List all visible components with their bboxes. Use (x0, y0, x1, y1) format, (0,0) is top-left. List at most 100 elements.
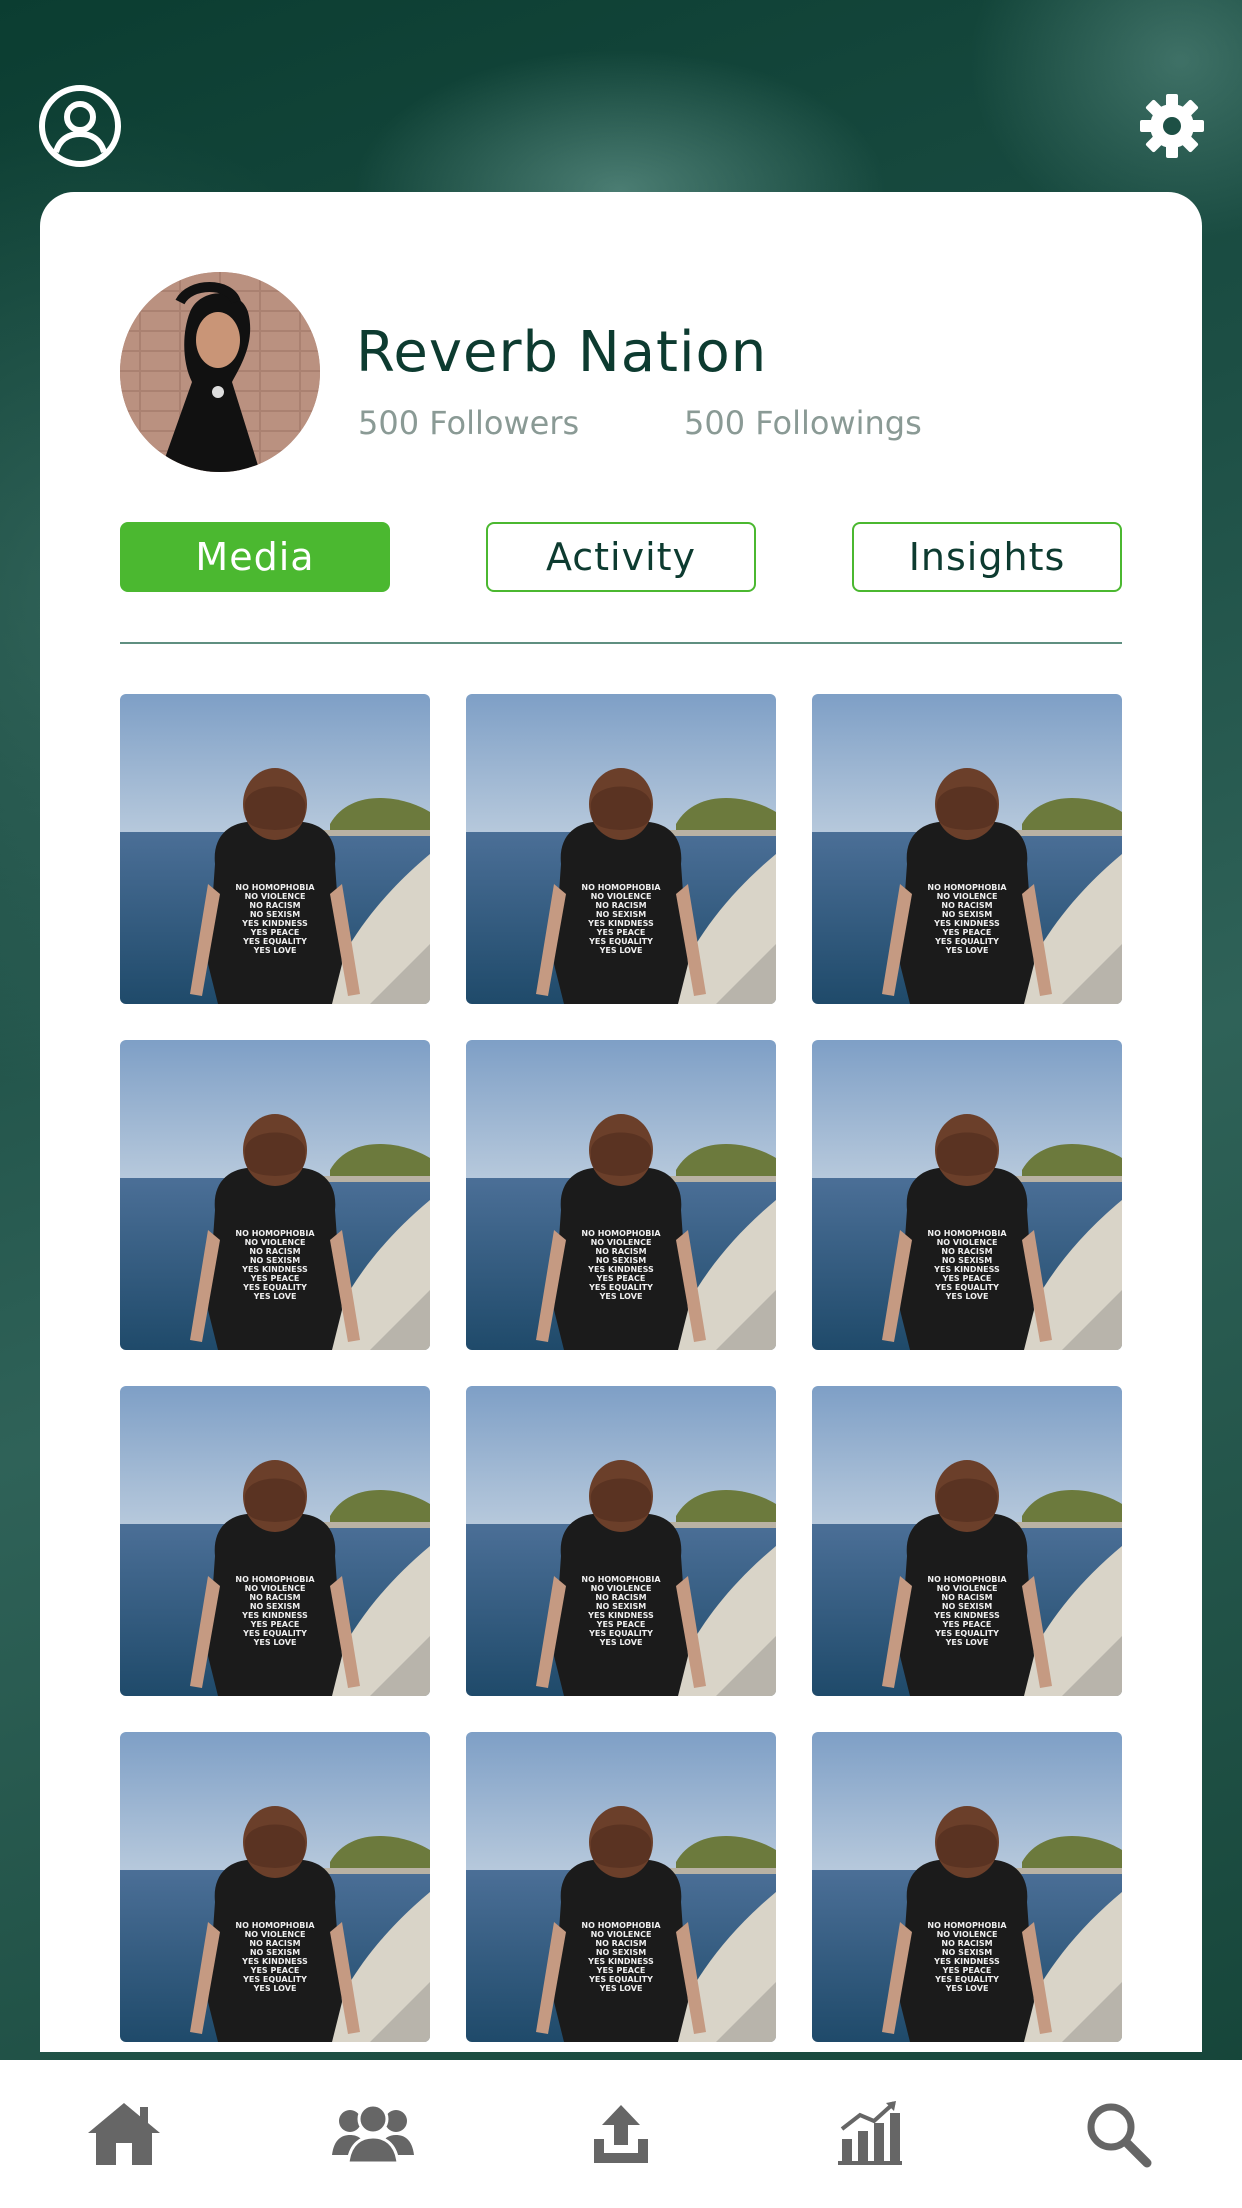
tab-insights[interactable]: Insights (852, 522, 1122, 592)
media-thumbnail[interactable]: NO HOMOPHOBIA NO VIOLENCE NO RACISM NO SEXI… (120, 1386, 430, 1696)
svg-text:YES EQUALITY: YES EQUALITY (588, 1629, 653, 1638)
svg-text:YES PEACE: YES PEACE (942, 928, 992, 937)
svg-text:NO VIOLENCE: NO VIOLENCE (245, 1238, 306, 1247)
svg-text:NO HOMOPHOBIA: NO HOMOPHOBIA (235, 1921, 315, 1930)
avatar[interactable] (120, 272, 320, 472)
svg-text:YES PEACE: YES PEACE (942, 1274, 992, 1283)
svg-text:YES PEACE: YES PEACE (942, 1620, 992, 1629)
svg-text:YES EQUALITY: YES EQUALITY (242, 1283, 307, 1292)
svg-text:NO VIOLENCE: NO VIOLENCE (937, 1930, 998, 1939)
divider (120, 642, 1122, 644)
svg-text:YES KINDNESS: YES KINDNESS (241, 1265, 308, 1274)
svg-text:NO RACISM: NO RACISM (595, 1247, 646, 1256)
svg-text:YES KINDNESS: YES KINDNESS (933, 919, 1000, 928)
svg-text:NO SEXISM: NO SEXISM (596, 910, 646, 919)
svg-text:YES PEACE: YES PEACE (250, 928, 300, 937)
chart-icon[interactable] (809, 2079, 929, 2189)
svg-text:YES LOVE: YES LOVE (599, 946, 643, 955)
media-thumbnail[interactable]: NO HOMOPHOBIA NO VIOLENCE NO RACISM NO SEXI… (812, 694, 1122, 1004)
svg-text:YES KINDNESS: YES KINDNESS (933, 1611, 1000, 1620)
svg-text:NO RACISM: NO RACISM (249, 1593, 300, 1602)
svg-text:NO SEXISM: NO SEXISM (596, 1948, 646, 1957)
svg-text:NO RACISM: NO RACISM (941, 1939, 992, 1948)
profile-icon[interactable] (38, 84, 122, 168)
svg-text:NO VIOLENCE: NO VIOLENCE (245, 1930, 306, 1939)
svg-text:YES PEACE: YES PEACE (596, 1274, 646, 1283)
media-thumbnail[interactable]: NO HOMOPHOBIA NO VIOLENCE NO RACISM NO SEXI… (812, 1386, 1122, 1696)
svg-text:YES EQUALITY: YES EQUALITY (242, 1975, 307, 1984)
profile-name: Reverb Nation (356, 320, 768, 385)
media-thumbnail[interactable]: NO HOMOPHOBIA NO VIOLENCE NO RACISM NO SEXI… (120, 694, 430, 1004)
svg-text:NO VIOLENCE: NO VIOLENCE (591, 1238, 652, 1247)
svg-text:YES EQUALITY: YES EQUALITY (588, 1975, 653, 1984)
followers-count[interactable]: 500 Followers (358, 404, 579, 442)
profile-card: Reverb Nation 500 Followers 500 Followin… (40, 192, 1202, 2052)
svg-text:YES LOVE: YES LOVE (599, 1638, 643, 1647)
users-icon[interactable] (313, 2079, 433, 2189)
svg-text:YES PEACE: YES PEACE (596, 1966, 646, 1975)
svg-text:NO HOMOPHOBIA: NO HOMOPHOBIA (927, 883, 1007, 892)
svg-text:NO VIOLENCE: NO VIOLENCE (245, 1584, 306, 1593)
svg-text:NO RACISM: NO RACISM (941, 1247, 992, 1256)
svg-text:NO SEXISM: NO SEXISM (596, 1602, 646, 1611)
svg-text:YES KINDNESS: YES KINDNESS (241, 919, 308, 928)
svg-text:YES KINDNESS: YES KINDNESS (933, 1957, 1000, 1966)
tab-activity[interactable]: Activity (486, 522, 756, 592)
svg-text:YES LOVE: YES LOVE (253, 946, 297, 955)
svg-text:YES PEACE: YES PEACE (250, 1966, 300, 1975)
svg-text:NO VIOLENCE: NO VIOLENCE (591, 1930, 652, 1939)
svg-text:NO SEXISM: NO SEXISM (250, 910, 300, 919)
svg-text:YES EQUALITY: YES EQUALITY (588, 937, 653, 946)
media-thumbnail[interactable]: NO HOMOPHOBIA NO VIOLENCE NO RACISM NO SEXI… (466, 1040, 776, 1350)
media-thumbnail[interactable]: NO HOMOPHOBIA NO VIOLENCE NO RACISM NO SEXI… (466, 694, 776, 1004)
svg-text:YES KINDNESS: YES KINDNESS (241, 1611, 308, 1620)
svg-text:NO SEXISM: NO SEXISM (250, 1602, 300, 1611)
svg-text:YES KINDNESS: YES KINDNESS (933, 1265, 1000, 1274)
media-thumbnail[interactable]: NO HOMOPHOBIA NO VIOLENCE NO RACISM NO SEXI… (466, 1386, 776, 1696)
media-thumbnail[interactable]: NO HOMOPHOBIA NO VIOLENCE NO RACISM NO SEXI… (120, 1040, 430, 1350)
svg-text:NO RACISM: NO RACISM (595, 1593, 646, 1602)
svg-text:NO HOMOPHOBIA: NO HOMOPHOBIA (235, 883, 315, 892)
svg-text:NO HOMOPHOBIA: NO HOMOPHOBIA (581, 1229, 661, 1238)
svg-text:NO HOMOPHOBIA: NO HOMOPHOBIA (581, 883, 661, 892)
svg-text:NO HOMOPHOBIA: NO HOMOPHOBIA (927, 1229, 1007, 1238)
svg-text:NO SEXISM: NO SEXISM (942, 910, 992, 919)
svg-text:NO RACISM: NO RACISM (941, 1593, 992, 1602)
svg-text:YES EQUALITY: YES EQUALITY (934, 1283, 999, 1292)
media-thumbnail[interactable]: NO HOMOPHOBIA NO VIOLENCE NO RACISM NO SEXI… (120, 1732, 430, 2042)
svg-text:YES EQUALITY: YES EQUALITY (934, 1975, 999, 1984)
svg-text:YES KINDNESS: YES KINDNESS (241, 1957, 308, 1966)
svg-text:NO RACISM: NO RACISM (249, 1939, 300, 1948)
upload-icon[interactable] (561, 2079, 681, 2189)
svg-text:YES LOVE: YES LOVE (253, 1638, 297, 1647)
svg-text:NO SEXISM: NO SEXISM (596, 1256, 646, 1265)
svg-text:YES EQUALITY: YES EQUALITY (242, 937, 307, 946)
svg-text:YES KINDNESS: YES KINDNESS (587, 919, 654, 928)
svg-text:NO VIOLENCE: NO VIOLENCE (591, 892, 652, 901)
media-thumbnail[interactable]: NO HOMOPHOBIA NO VIOLENCE NO RACISM NO SEXI… (812, 1040, 1122, 1350)
svg-text:YES PEACE: YES PEACE (250, 1620, 300, 1629)
svg-text:YES KINDNESS: YES KINDNESS (587, 1957, 654, 1966)
media-thumbnail[interactable]: NO HOMOPHOBIA NO VIOLENCE NO RACISM NO SEXI… (466, 1732, 776, 2042)
svg-text:YES LOVE: YES LOVE (599, 1292, 643, 1301)
home-icon[interactable] (64, 2079, 184, 2189)
media-thumbnail[interactable]: NO HOMOPHOBIA NO VIOLENCE NO RACISM NO SEXI… (812, 1732, 1122, 2042)
svg-text:NO VIOLENCE: NO VIOLENCE (937, 1238, 998, 1247)
tab-media[interactable]: Media (120, 522, 390, 592)
svg-text:NO HOMOPHOBIA: NO HOMOPHOBIA (927, 1575, 1007, 1584)
search-icon[interactable] (1058, 2079, 1178, 2189)
svg-text:YES PEACE: YES PEACE (250, 1274, 300, 1283)
svg-text:NO SEXISM: NO SEXISM (942, 1602, 992, 1611)
svg-text:YES LOVE: YES LOVE (253, 1984, 297, 1993)
bottom-nav (0, 2060, 1242, 2208)
svg-text:NO SEXISM: NO SEXISM (250, 1256, 300, 1265)
svg-text:YES PEACE: YES PEACE (596, 1620, 646, 1629)
gear-icon[interactable] (1138, 92, 1206, 160)
svg-text:YES LOVE: YES LOVE (945, 946, 989, 955)
svg-text:NO VIOLENCE: NO VIOLENCE (937, 892, 998, 901)
svg-text:NO RACISM: NO RACISM (249, 901, 300, 910)
svg-text:YES EQUALITY: YES EQUALITY (588, 1283, 653, 1292)
svg-text:YES LOVE: YES LOVE (945, 1292, 989, 1301)
svg-text:NO RACISM: NO RACISM (249, 1247, 300, 1256)
followings-count[interactable]: 500 Followings (684, 404, 922, 442)
